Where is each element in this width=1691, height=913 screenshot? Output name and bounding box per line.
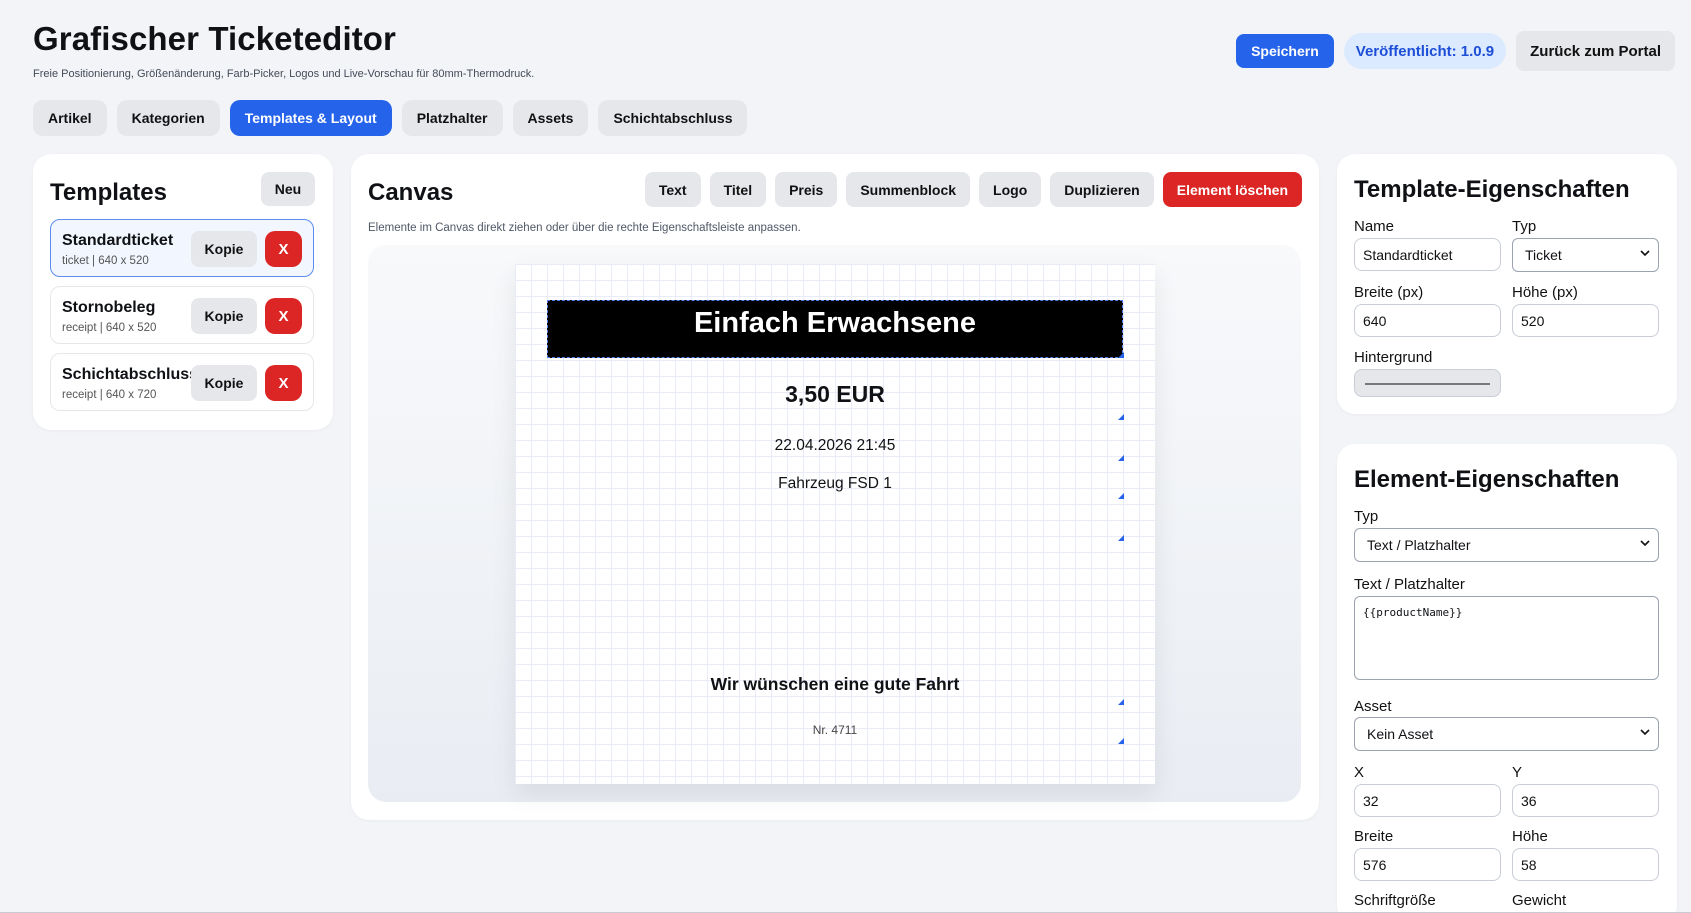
canvas-title: Canvas [368, 179, 454, 206]
template-list: Standardticket ticket | 640 x 520 Kopie … [50, 219, 314, 420]
template-type-select[interactable]: Ticket [1512, 238, 1659, 272]
canvas-hint: Elemente im Canvas direkt ziehen oder üb… [368, 222, 801, 234]
ticket-title-element[interactable]: Einfach Erwachsene [547, 300, 1123, 358]
resize-handle[interactable] [1118, 535, 1124, 541]
template-item-standardticket[interactable]: Standardticket ticket | 640 x 520 Kopie … [50, 219, 314, 277]
delete-template-button[interactable]: X [265, 231, 302, 267]
color-swatch [1365, 383, 1490, 385]
x-label: X [1354, 764, 1365, 781]
template-meta: receipt | 640 x 520 [62, 322, 157, 334]
tab-templates-layout[interactable]: Templates & Layout [229, 100, 392, 136]
type-label: Typ [1512, 218, 1537, 235]
ticket-wish-element[interactable]: Wir wünschen eine gute Fahrt [547, 674, 1123, 695]
element-text-input[interactable]: {{productName}} [1354, 596, 1659, 680]
element-height-input[interactable]: 58 [1512, 848, 1659, 881]
chevron-down-icon [1640, 729, 1650, 736]
delete-template-button[interactable]: X [265, 365, 302, 401]
template-name: Standardticket [62, 232, 174, 249]
template-item-stornobeleg[interactable]: Stornobeleg receipt | 640 x 520 Kopie X [50, 286, 314, 344]
add-price-button[interactable]: Preis [775, 172, 838, 207]
template-height-input[interactable]: 520 [1512, 304, 1659, 337]
background-label: Hintergrund [1354, 349, 1433, 366]
tab-artikel[interactable]: Artikel [33, 100, 107, 136]
add-text-button[interactable]: Text [644, 172, 701, 207]
resize-handle[interactable] [1118, 414, 1124, 420]
element-width-input[interactable]: 576 [1354, 848, 1501, 881]
templates-title: Templates [50, 179, 167, 206]
element-type-label: Typ [1354, 508, 1379, 525]
element-properties-title: Element-Eigenschaften [1354, 466, 1620, 493]
tab-platzhalter[interactable]: Platzhalter [401, 100, 503, 136]
ticket-price-element[interactable]: 3,50 EUR [547, 381, 1123, 408]
resize-handle[interactable] [1118, 352, 1124, 358]
weight-label: Gewicht [1512, 892, 1567, 909]
canvas-toolbar: Text Titel Preis Summenblock Logo Dupliz… [644, 172, 1302, 207]
copy-template-button[interactable]: Kopie [191, 231, 257, 267]
background-color-picker[interactable] [1354, 369, 1501, 397]
add-sumblock-button[interactable]: Summenblock [846, 172, 971, 207]
ticket-preview[interactable]: Einfach Erwachsene 3,50 EUR 22.04.2026 2… [515, 264, 1155, 784]
element-properties-panel: Element-Eigenschaften Typ Text / Platzha… [1337, 444, 1677, 913]
resize-handle[interactable] [1118, 738, 1124, 744]
y-label: Y [1512, 764, 1523, 781]
tab-schichtabschluss[interactable]: Schichtabschluss [598, 100, 748, 136]
x-input[interactable]: 32 [1354, 784, 1501, 817]
duplicate-button[interactable]: Duplizieren [1050, 172, 1154, 207]
tab-kategorien[interactable]: Kategorien [116, 100, 220, 136]
template-name: Stornobeleg [62, 299, 156, 316]
element-type-select[interactable]: Text / Platzhalter [1354, 528, 1659, 562]
width-label: Breite (px) [1354, 284, 1424, 301]
height-label: Höhe (px) [1512, 284, 1578, 301]
resize-handle[interactable] [1118, 455, 1124, 461]
delete-element-button[interactable]: Element löschen [1162, 172, 1302, 207]
element-text-label: Text / Platzhalter [1354, 576, 1465, 593]
resize-handle[interactable] [1118, 493, 1124, 499]
template-meta: receipt | 640 x 720 [62, 389, 157, 401]
ticket-vehicle-element[interactable]: Fahrzeug FSD 1 [547, 475, 1123, 493]
header-actions: Speichern Veröffentlicht: 1.0.9 Zurück z… [1236, 31, 1675, 71]
main-tabs: Artikel Kategorien Templates & Layout Pl… [33, 100, 748, 136]
element-type-value: Text / Platzhalter [1367, 537, 1471, 553]
asset-select[interactable]: Kein Asset [1354, 717, 1659, 751]
delete-template-button[interactable]: X [265, 298, 302, 334]
asset-label: Asset [1354, 698, 1392, 715]
element-width-label: Breite [1354, 828, 1394, 845]
chevron-down-icon [1640, 250, 1650, 257]
tab-assets[interactable]: Assets [512, 100, 589, 136]
ticket-date-element[interactable]: 22.04.2026 21:45 [547, 437, 1123, 455]
resize-handle[interactable] [1118, 699, 1124, 705]
ticket-number-element[interactable]: Nr. 4711 [547, 723, 1123, 737]
fontsize-label: Schriftgröße [1354, 892, 1436, 909]
copy-template-button[interactable]: Kopie [191, 365, 257, 401]
copy-template-button[interactable]: Kopie [191, 298, 257, 334]
canvas-panel: Canvas Text Titel Preis Summenblock Logo… [351, 154, 1319, 820]
template-properties-panel: Template-Eigenschaften Name Standardtick… [1337, 154, 1677, 414]
add-logo-button[interactable]: Logo [979, 172, 1042, 207]
y-input[interactable]: 36 [1512, 784, 1659, 817]
asset-value: Kein Asset [1367, 726, 1434, 742]
template-name: Schichtabschluss [62, 366, 199, 383]
template-properties-title: Template-Eigenschaften [1354, 176, 1630, 203]
templates-panel: Templates Neu Standardticket ticket | 64… [33, 154, 333, 430]
back-to-portal-button[interactable]: Zurück zum Portal [1516, 31, 1675, 71]
chevron-down-icon [1640, 540, 1650, 547]
template-item-schichtabschluss[interactable]: Schichtabschluss receipt | 640 x 720 Kop… [50, 353, 314, 411]
template-name-input[interactable]: Standardticket [1354, 238, 1501, 271]
header: Grafischer Ticketeditor Freie Positionie… [33, 20, 1691, 90]
version-badge: Veröffentlicht: 1.0.9 [1343, 33, 1507, 69]
template-type-value: Ticket [1525, 247, 1562, 263]
template-width-input[interactable]: 640 [1354, 304, 1501, 337]
save-button[interactable]: Speichern [1236, 34, 1334, 68]
new-template-button[interactable]: Neu [261, 172, 315, 206]
canvas-area: Einfach Erwachsene 3,50 EUR 22.04.2026 2… [368, 245, 1301, 802]
add-title-button[interactable]: Titel [709, 172, 767, 207]
name-label: Name [1354, 218, 1395, 235]
element-height-label: Höhe [1512, 828, 1548, 845]
template-meta: ticket | 640 x 520 [62, 255, 149, 267]
